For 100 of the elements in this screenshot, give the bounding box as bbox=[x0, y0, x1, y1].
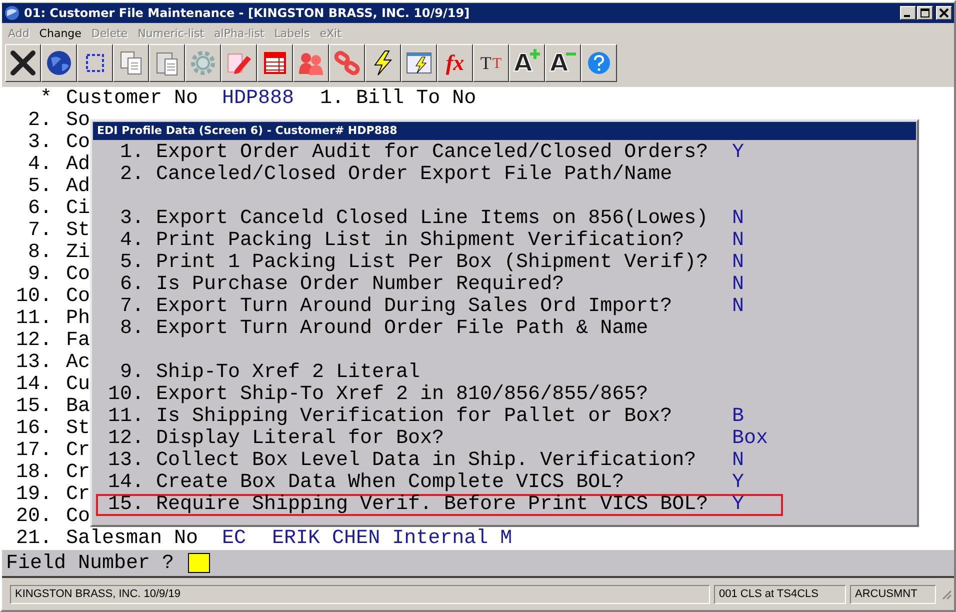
table-icon bbox=[263, 50, 287, 76]
toolbar-button[interactable] bbox=[113, 44, 149, 82]
option-number: 13. bbox=[106, 452, 144, 470]
field-number: 6. bbox=[26, 198, 52, 220]
minimize-button[interactable] bbox=[900, 6, 916, 20]
globe-icon bbox=[45, 49, 73, 77]
option-label: Export Canceld Closed Line Items on 856(Lowes) bbox=[156, 210, 710, 228]
option-value: Y bbox=[732, 496, 744, 514]
window-lightning-icon bbox=[405, 50, 433, 76]
option-label: Ship-To Xref 2 Literal bbox=[156, 364, 422, 382]
toolbar-button[interactable] bbox=[293, 44, 329, 82]
field-number: 7. bbox=[26, 220, 52, 242]
option-number: 7. bbox=[118, 298, 144, 316]
field-number: 16. bbox=[14, 418, 52, 440]
lightning-icon bbox=[371, 49, 395, 77]
field-number: 13. bbox=[14, 352, 52, 374]
field-label: Salesman No bbox=[66, 528, 198, 550]
field-number: 15. bbox=[14, 396, 52, 418]
field-number: 9. bbox=[26, 264, 52, 286]
field-label: Customer No bbox=[66, 88, 198, 110]
option-number: 2. bbox=[118, 166, 144, 184]
field-number: 8. bbox=[26, 242, 52, 264]
option-number: 3. bbox=[118, 210, 144, 228]
option-value: N bbox=[732, 232, 744, 250]
option-value: Y bbox=[732, 144, 744, 162]
option-number: 12. bbox=[106, 430, 144, 448]
people-icon bbox=[297, 50, 325, 76]
toolbar-button[interactable]: fx bbox=[437, 44, 473, 82]
toolbar-button[interactable] bbox=[185, 44, 221, 82]
option-label: Require Shipping Verif. Before Print VICS BOL? bbox=[156, 496, 710, 514]
maximize-icon bbox=[920, 8, 930, 18]
status-panel: KINGSTON BRASS, INC. 10/9/19 bbox=[10, 584, 710, 604]
option-number: 4. bbox=[118, 232, 144, 250]
toolbar-button[interactable] bbox=[41, 44, 77, 82]
field-number: 14. bbox=[14, 374, 52, 396]
toolbar-button[interactable] bbox=[77, 44, 113, 82]
option-number: 5. bbox=[118, 254, 144, 272]
option-number: 14. bbox=[106, 474, 144, 492]
field-label: Cr bbox=[66, 462, 90, 484]
copy-icon bbox=[118, 49, 144, 77]
maximize-button[interactable] bbox=[917, 6, 933, 20]
field-number: 11. bbox=[14, 308, 52, 330]
option-number: 9. bbox=[118, 364, 144, 382]
field-label: St bbox=[66, 220, 90, 242]
help-button[interactable] bbox=[581, 44, 617, 82]
field-number: 20. bbox=[14, 506, 52, 528]
field-label: St bbox=[66, 418, 90, 440]
option-value: B bbox=[732, 408, 744, 426]
field-number: 17. bbox=[14, 440, 52, 462]
option-value: Box bbox=[732, 430, 768, 448]
field-label: Ad bbox=[66, 154, 90, 176]
option-label: Collect Box Level Data in Ship. Verification? bbox=[156, 452, 698, 470]
option-value: N bbox=[732, 276, 744, 294]
selection-icon bbox=[84, 52, 106, 74]
close-button[interactable] bbox=[936, 6, 952, 20]
field-label: Ba bbox=[66, 396, 90, 418]
toolbar-button[interactable] bbox=[329, 44, 365, 82]
status-panel: ARCUSMNT bbox=[850, 584, 936, 604]
option-label: Export Order Audit for Canceled/Closed Orders? bbox=[156, 144, 710, 162]
field-number: 10. bbox=[14, 286, 52, 308]
close-button[interactable] bbox=[5, 44, 41, 82]
toolbar-button[interactable]: TT bbox=[473, 44, 509, 82]
required-marker: * bbox=[38, 88, 52, 110]
toolbar-button[interactable] bbox=[257, 44, 293, 82]
dialog-title: EDI Profile Data (Screen 6) - Customer# HDP888 bbox=[93, 122, 916, 140]
option-label: Canceled/Closed Order Export File Path/Name bbox=[156, 166, 674, 184]
field-label: Co bbox=[66, 132, 90, 154]
field-label: Ad bbox=[66, 176, 90, 198]
option-label: Export Ship-To Xref 2 in 810/856/855/865? bbox=[156, 386, 650, 404]
option-label: Is Shipping Verification for Pallet or Box? bbox=[156, 408, 674, 426]
input-field[interactable] bbox=[188, 553, 210, 573]
field-label: Ci bbox=[66, 198, 90, 220]
toolbar-button[interactable] bbox=[149, 44, 185, 82]
prompt-label: Field Number ? bbox=[6, 552, 174, 574]
field-label: Co bbox=[66, 506, 90, 528]
field-number: 3. bbox=[26, 132, 52, 154]
field-label: Co bbox=[66, 264, 90, 286]
menu-item[interactable]: Change bbox=[39, 26, 82, 40]
field-value: HDP888 bbox=[222, 88, 294, 110]
field-label: Cu bbox=[66, 374, 90, 396]
option-number: 8. bbox=[118, 320, 144, 338]
option-value: Y bbox=[732, 474, 744, 492]
toolbar-button[interactable]: A bbox=[545, 44, 581, 82]
field-number: 12. bbox=[14, 330, 52, 352]
field-number: 18. bbox=[14, 462, 52, 484]
option-label: Is Purchase Order Number Required? bbox=[156, 276, 566, 294]
help-icon bbox=[586, 50, 612, 76]
field-label: Cr bbox=[66, 484, 90, 506]
field-number: 4. bbox=[26, 154, 52, 176]
option-label: Print 1 Packing List Per Box (Shipment Verif)? bbox=[156, 254, 710, 272]
option-number: 11. bbox=[106, 408, 144, 426]
toolbar-button[interactable]: A bbox=[509, 44, 545, 82]
field-label: 1. Bill To No bbox=[320, 88, 476, 110]
toolbar-button[interactable] bbox=[221, 44, 257, 82]
option-number: 1. bbox=[118, 144, 144, 162]
toolbar-button[interactable] bbox=[401, 44, 437, 82]
option-label: Print Packing List in Shipment Verification? bbox=[156, 232, 686, 250]
option-label: Display Literal for Box? bbox=[156, 430, 446, 448]
window-title: 01: Customer File Maintenance - [KINGSTON BRASS, INC. 10/9/19] bbox=[24, 6, 471, 20]
toolbar-button[interactable] bbox=[365, 44, 401, 82]
